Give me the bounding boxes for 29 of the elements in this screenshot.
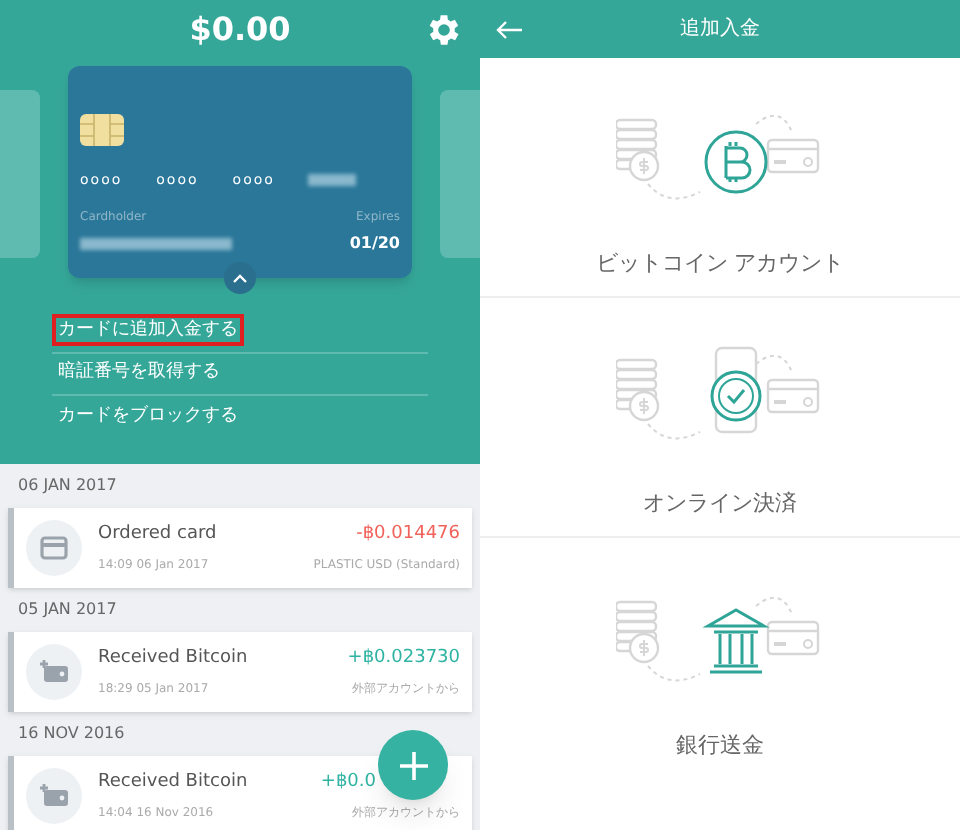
date-header: 06 JAN 2017 (16, 474, 119, 498)
transaction-title: Ordered card (98, 522, 219, 549)
payment-method-option[interactable]: 銀行送金 (480, 538, 960, 778)
payment-method-option[interactable]: ビットコイン アカウント (480, 58, 960, 298)
settings-icon[interactable] (424, 10, 464, 50)
method-label: ビットコイン アカウント (595, 248, 845, 281)
chip-icon (80, 114, 124, 146)
transaction-amount: -฿0.014476 (356, 522, 460, 549)
chevron-up-icon (232, 273, 248, 283)
date-header: 05 JAN 2017 (16, 598, 119, 622)
masked-number (308, 174, 357, 187)
screen-title: 追加入金 (678, 15, 762, 44)
wallet-plus-icon (26, 768, 82, 824)
transaction-title: Received Bitcoin (98, 770, 250, 797)
method-label: オンライン決済 (643, 488, 797, 521)
wallet-plus-icon (26, 644, 82, 700)
back-arrow-icon[interactable] (496, 19, 524, 39)
transaction-amount: +฿0.023730 (347, 646, 460, 673)
transaction-amount: +฿0.0 (320, 770, 376, 797)
transaction-title: Received Bitcoin (98, 646, 250, 673)
method-label: 銀行送金 (676, 729, 764, 762)
add-button[interactable] (378, 730, 448, 800)
plus-icon (399, 751, 427, 779)
balance: $0.00 (187, 8, 293, 52)
collapse-button[interactable] (224, 262, 256, 294)
expiry-date: 01/20 (349, 231, 400, 255)
card-icon (26, 520, 82, 576)
date-header: 16 NOV 2016 (16, 722, 127, 746)
payment-method-option[interactable]: オンライン決済 (480, 298, 960, 538)
